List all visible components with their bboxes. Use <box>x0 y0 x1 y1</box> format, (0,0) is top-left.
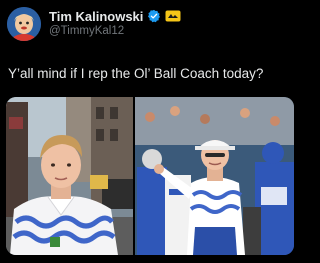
coach-photo-image <box>135 97 294 255</box>
coach-photo[interactable] <box>135 97 294 255</box>
selfie-photo[interactable] <box>6 97 133 255</box>
selfie-photo-image <box>6 97 133 255</box>
tweet-media[interactable] <box>6 97 294 255</box>
author-display-name[interactable]: Tim Kalinowski <box>49 9 143 24</box>
author-handle[interactable]: @TimmyKal12 <box>49 25 124 37</box>
tweet-text: Y’all mind if I rep the Ol’ Ball Coach t… <box>8 66 264 81</box>
author-avatar[interactable] <box>7 7 41 41</box>
verified-badge-icon <box>148 9 161 23</box>
affiliation-badge-icon[interactable] <box>165 10 181 22</box>
avatar-icon <box>7 7 41 41</box>
tweet-card[interactable]: Tim Kalinowski @TimmyKal12 Y’all mind if… <box>0 0 300 263</box>
author-name-row: Tim Kalinowski <box>49 8 181 24</box>
